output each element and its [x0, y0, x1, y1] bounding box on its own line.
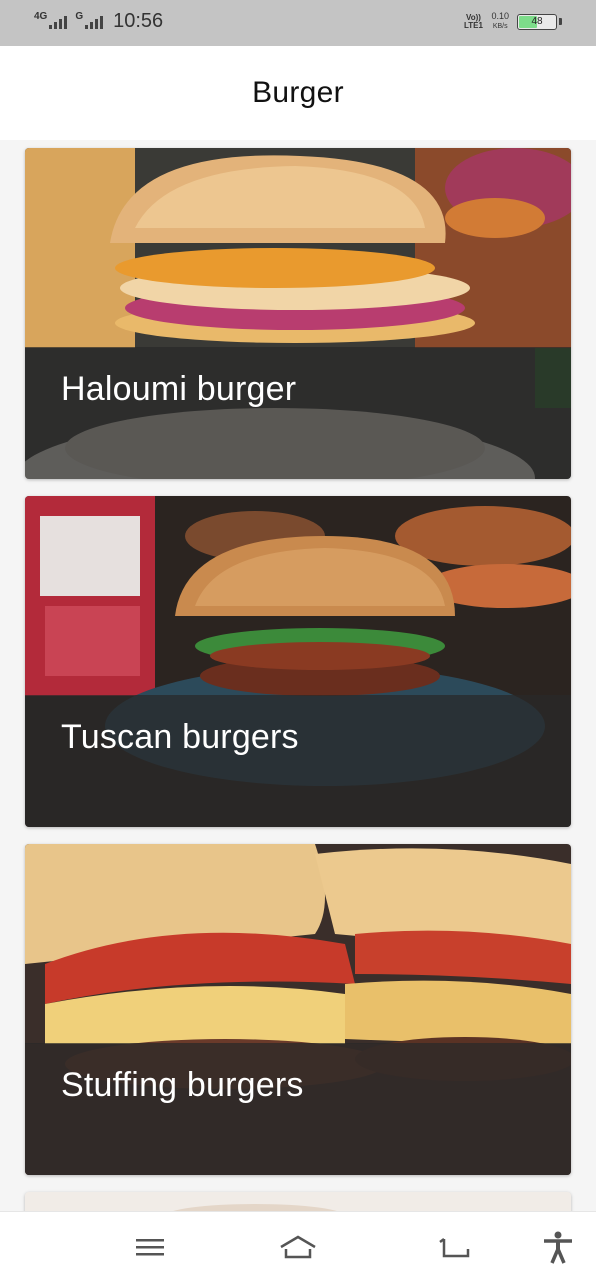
card-caption-overlay: Stuffing burgers	[25, 1043, 571, 1175]
card-caption-overlay: Haloumi burger	[25, 347, 571, 479]
network-speed: 0.10 KB/s	[491, 12, 509, 31]
system-nav-bar	[0, 1211, 596, 1281]
speed-unit: KB/s	[492, 23, 508, 30]
battery-level: 48	[531, 15, 543, 27]
volte-icon: Vo)) LTE1	[463, 12, 483, 30]
recipe-title: Haloumi burger	[61, 370, 297, 408]
battery-icon: 48	[517, 13, 557, 30]
home-icon[interactable]	[278, 1230, 318, 1264]
recipe-card-tuscan[interactable]: Tuscan burgers	[25, 496, 571, 827]
signal-g-icon: G	[75, 11, 104, 29]
speed-value: 0.10	[491, 11, 509, 21]
signal-4g-icon: 4G	[34, 11, 68, 29]
clock: 10:56	[113, 10, 164, 32]
status-bar: 4G G 10:56 Vo)) LTE1 0.10 KB/s 48	[0, 0, 596, 46]
recipe-card-haloumi[interactable]: Haloumi burger	[25, 148, 571, 479]
menu-icon[interactable]	[130, 1230, 170, 1264]
back-icon[interactable]	[434, 1230, 474, 1264]
network-type-2: G	[75, 10, 84, 22]
recipe-title: Tuscan burgers	[61, 718, 299, 756]
network-type-1: 4G	[34, 10, 48, 22]
recipe-card-stuffing[interactable]: Stuffing burgers	[25, 844, 571, 1175]
page-title: Burger	[252, 76, 344, 109]
battery-tip	[559, 18, 562, 25]
card-caption-overlay: Tuscan burgers	[25, 695, 571, 827]
app-header: Burger	[0, 46, 596, 140]
accessibility-icon[interactable]	[538, 1230, 578, 1264]
recipe-title: Stuffing burgers	[61, 1066, 304, 1104]
